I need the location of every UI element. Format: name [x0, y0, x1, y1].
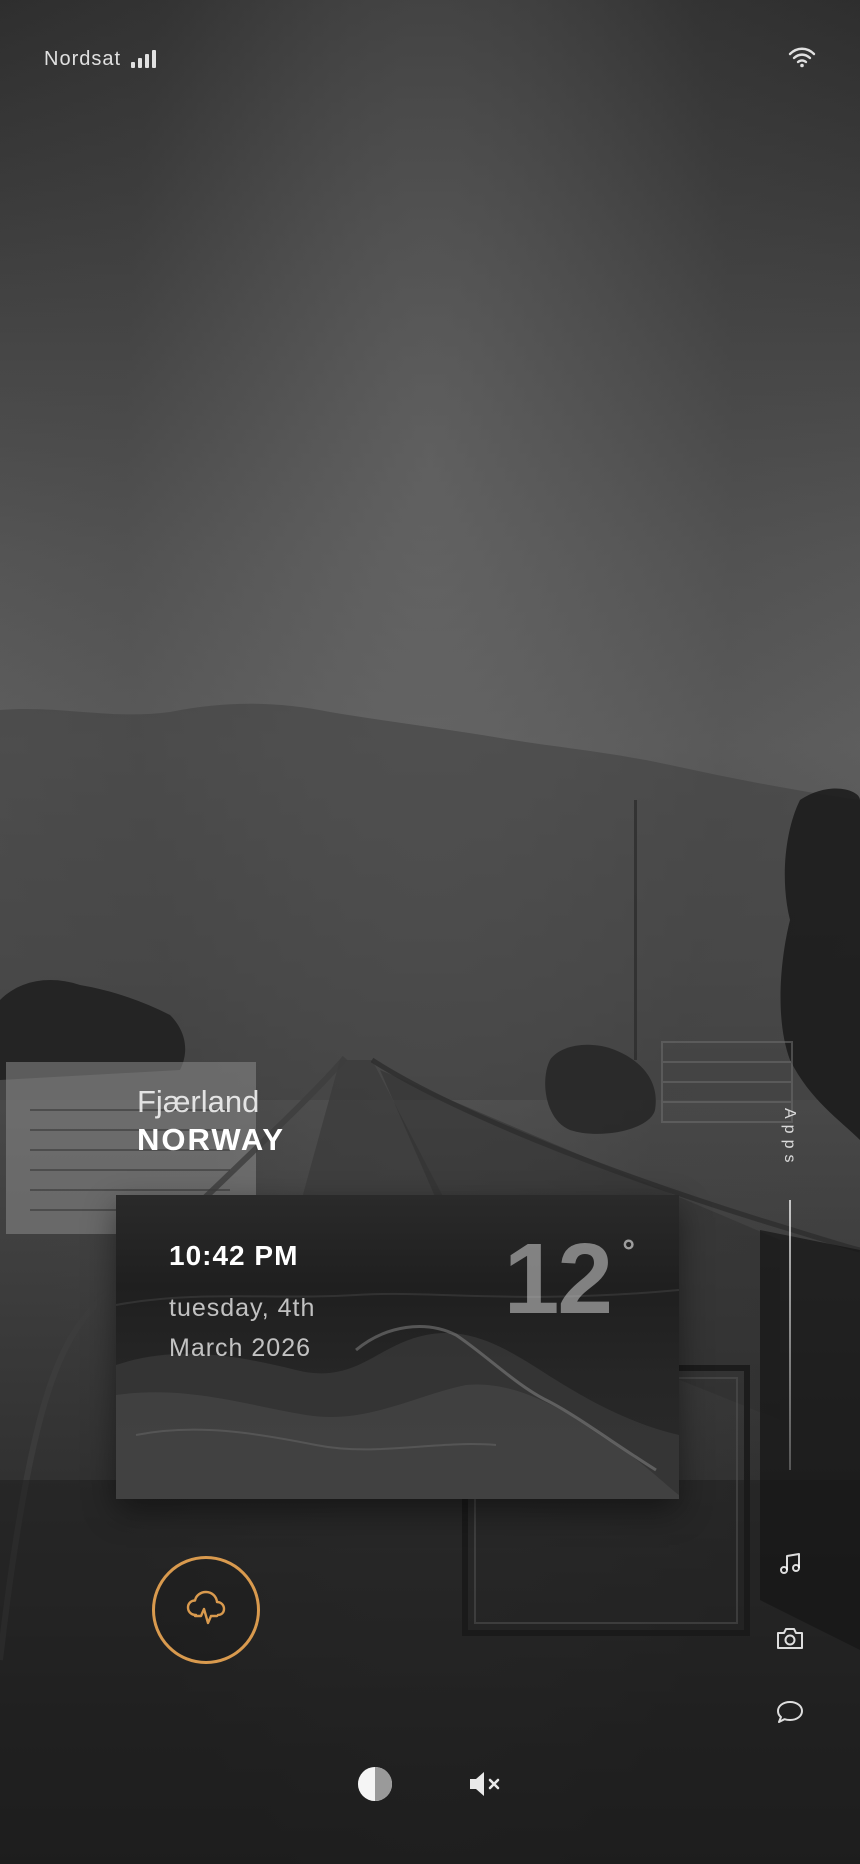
date-month-year: March 2026 [169, 1334, 312, 1362]
weather-button[interactable] [152, 1556, 260, 1664]
weather-card[interactable]: 10:42 PM tuesday, 4th March 2026 12 ° [116, 1195, 679, 1499]
background-photo [0, 0, 860, 1864]
mute-icon[interactable] [465, 1764, 505, 1804]
temperature-value: 12 [503, 1223, 613, 1335]
degree-symbol: ° [622, 1233, 635, 1269]
carrier-info: Nordsat [44, 47, 157, 71]
date-day: tuesday, 4th [169, 1294, 316, 1322]
country-name: NORWAY [137, 1122, 286, 1157]
chat-bubble-icon[interactable] [772, 1694, 808, 1730]
cloud-weather-icon [185, 1589, 227, 1632]
signal-bars-icon [131, 50, 157, 68]
carrier-name: Nordsat [44, 47, 122, 70]
wifi-icon [788, 46, 816, 73]
clock-time: 10:42 PM [169, 1240, 299, 1271]
contrast-icon[interactable] [355, 1764, 395, 1804]
city-name: Fjærland [137, 1084, 260, 1119]
status-bar: Nordsat [44, 44, 816, 74]
location-block: Fjærland NORWAY [137, 1083, 285, 1159]
camera-icon[interactable] [772, 1620, 808, 1656]
apps-rail-label[interactable]: Apps [776, 1108, 798, 1208]
music-note-icon[interactable] [772, 1546, 808, 1582]
apps-rail-line [789, 1200, 791, 1470]
lock-screen: Nordsat Fjærland NORWAY 10:42 PM tuesday… [0, 0, 860, 1864]
